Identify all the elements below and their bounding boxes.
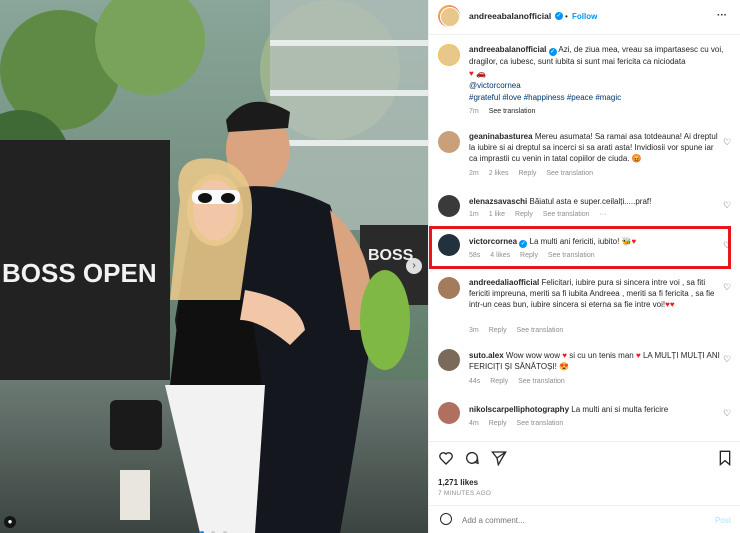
comment-avatar[interactable] [438,402,460,424]
see-translation-link[interactable]: See translation [517,327,564,334]
likes-count[interactable]: 1,271 likes [438,477,478,488]
verified-icon: ✓ [548,48,557,56]
comment-meta: 2m 2 likes Reply See translation [469,170,601,177]
comment-username[interactable]: andreedaliaofficial [469,278,539,287]
see-translation-link[interactable]: See translation [543,211,590,218]
comment-time: 1m [469,211,479,218]
caption-line-1: Azi, de ziua mea, vreau sa impartasesc c… [558,45,709,54]
comment-meta: 58s 4 likes Reply See translation [469,252,603,259]
comment-body: Băiatul asta e super.ceilalți.....praf! [529,197,652,206]
comment-username[interactable]: victorcornea [469,237,517,246]
caption-meta: 7m See translation [469,108,543,115]
comment-meta: 3m Reply See translation [469,327,571,334]
comment-avatar[interactable] [438,131,460,153]
post-photo[interactable]: BOSS OPEN BOSS › ● [0,0,428,533]
heart-icon[interactable]: ♡ [723,282,731,293]
heart-icon[interactable]: ♡ [723,240,731,251]
banner-text-left: BOSS OPEN [2,258,157,288]
comment-time: 44s [469,378,481,385]
comment-bubble-icon[interactable] [464,450,480,466]
like-heart-icon[interactable] [438,450,454,466]
verified-icon: ✓ [555,12,563,20]
reply-button[interactable]: Reply [518,170,536,177]
comment-body: si cu un tenis man [569,351,634,360]
comment-input[interactable] [462,512,702,528]
comment-text: nikolscarpelliphotography La multi ani s… [469,404,721,415]
comment-body: La multi ani si multa fericire [571,405,669,414]
caption-mention[interactable]: @victorcornea [469,80,521,91]
heart-icon[interactable]: ♡ [723,200,731,211]
comment-likes[interactable]: 1 like [489,211,505,218]
post-sidebar: andreeabalanofficial ✓ • Follow ··· andr… [428,0,740,533]
reply-button[interactable]: Reply [520,252,538,259]
share-paper-plane-icon[interactable] [491,450,507,466]
follow-button[interactable]: Follow [572,11,597,22]
tagged-people-icon[interactable]: ● [4,516,16,528]
post-header: andreeabalanofficial ✓ • Follow ··· [429,0,740,35]
reply-button[interactable]: Reply [515,211,533,218]
see-translation-link[interactable]: See translation [548,252,595,259]
comment-text: elenazsavaschi Băiatul asta e super.ceil… [469,196,721,207]
comment-username[interactable]: geaninabasturea [469,132,533,141]
comment-body: LA MULȚI [642,351,679,360]
author-username[interactable]: andreeabalanofficial [469,11,551,22]
comment-text: suto.alex Wow wow wow ♥ si cu un tenis m… [469,351,720,371]
comment-text: andreedaliaofficial Felicitari, iubire p… [469,278,715,309]
carousel-dots [200,522,227,533]
comment-body: Wow wow wow [505,351,561,360]
comment-body: La multi ani fericiti, iubito! [529,237,620,246]
caption-time: 7m [469,108,479,115]
comment-meta: 1m 1 like Reply See translation ··· [469,211,615,218]
comment-likes[interactable]: 4 likes [490,252,510,259]
couple-photo: BOSS OPEN BOSS [0,0,428,533]
comment-body: Felicitari, iubire pura si sincera intre… [541,278,685,287]
post-timestamp: 7 MINUTES AGO [438,490,492,497]
comment-time: 58s [469,252,481,259]
caption-emoji: ♥ 🚗 [469,69,486,78]
comment-username[interactable]: elenazsavaschi [469,197,527,206]
comment-body: Mereu asumata! Sa ramai asa totdeauna! A… [534,132,691,141]
comment-time: 3m [469,327,479,334]
save-bookmark-icon[interactable] [717,450,733,466]
post-comment-button[interactable]: Post [715,515,731,526]
see-translation-link[interactable]: See translation [517,420,564,427]
comment-text: victorcornea ✓ La multi ani fericiti, iu… [469,237,637,248]
comment-likes[interactable]: 2 likes [489,170,509,177]
heart-icon[interactable]: ♡ [723,137,731,148]
caption-author[interactable]: andreeabalanofficial [469,45,546,54]
caption-hashtags[interactable]: #grateful #love #happiness #peace #magic [469,92,621,103]
author-avatar-image [440,7,460,27]
actions-divider [429,441,740,442]
comment-username[interactable]: suto.alex [469,351,504,360]
comment-time: 4m [469,420,479,427]
reply-button[interactable]: Reply [489,420,507,427]
caption-text: andreeabalanofficial ✓ Azi, de ziua mea,… [469,44,731,67]
reply-button[interactable]: Reply [489,327,507,334]
composer-divider [429,505,740,506]
emoji-icon[interactable] [440,513,452,525]
see-translation-link[interactable]: See translation [518,378,565,385]
comment-meta: 44s Reply See translation [469,378,573,385]
comment-avatar[interactable] [438,195,460,217]
comment-meta: 4m Reply See translation [469,420,571,427]
comment-avatar[interactable] [438,234,460,256]
comment-time: 2m [469,170,479,177]
next-photo-button[interactable]: › [406,258,422,274]
comment-avatar[interactable] [438,349,460,371]
verified-icon: ✓ [519,240,528,248]
comment-avatar[interactable] [438,277,460,299]
more-options-icon[interactable]: ··· [717,10,727,21]
comment-body: intre voi! [634,300,666,309]
comment-username[interactable]: nikolscarpelliphotography [469,405,569,414]
heart-icon[interactable]: ♡ [723,408,731,419]
caption-see-translation[interactable]: See translation [489,108,536,115]
heart-icon[interactable]: ♡ [723,354,731,365]
comment-text: geaninabasturea Mereu asumata! Sa ramai … [469,132,718,163]
header-separator: • [565,12,568,21]
comment-more-icon[interactable]: ··· [600,211,607,218]
reply-button[interactable]: Reply [490,378,508,385]
see-translation-link[interactable]: See translation [546,170,593,177]
caption-avatar[interactable] [438,44,460,66]
